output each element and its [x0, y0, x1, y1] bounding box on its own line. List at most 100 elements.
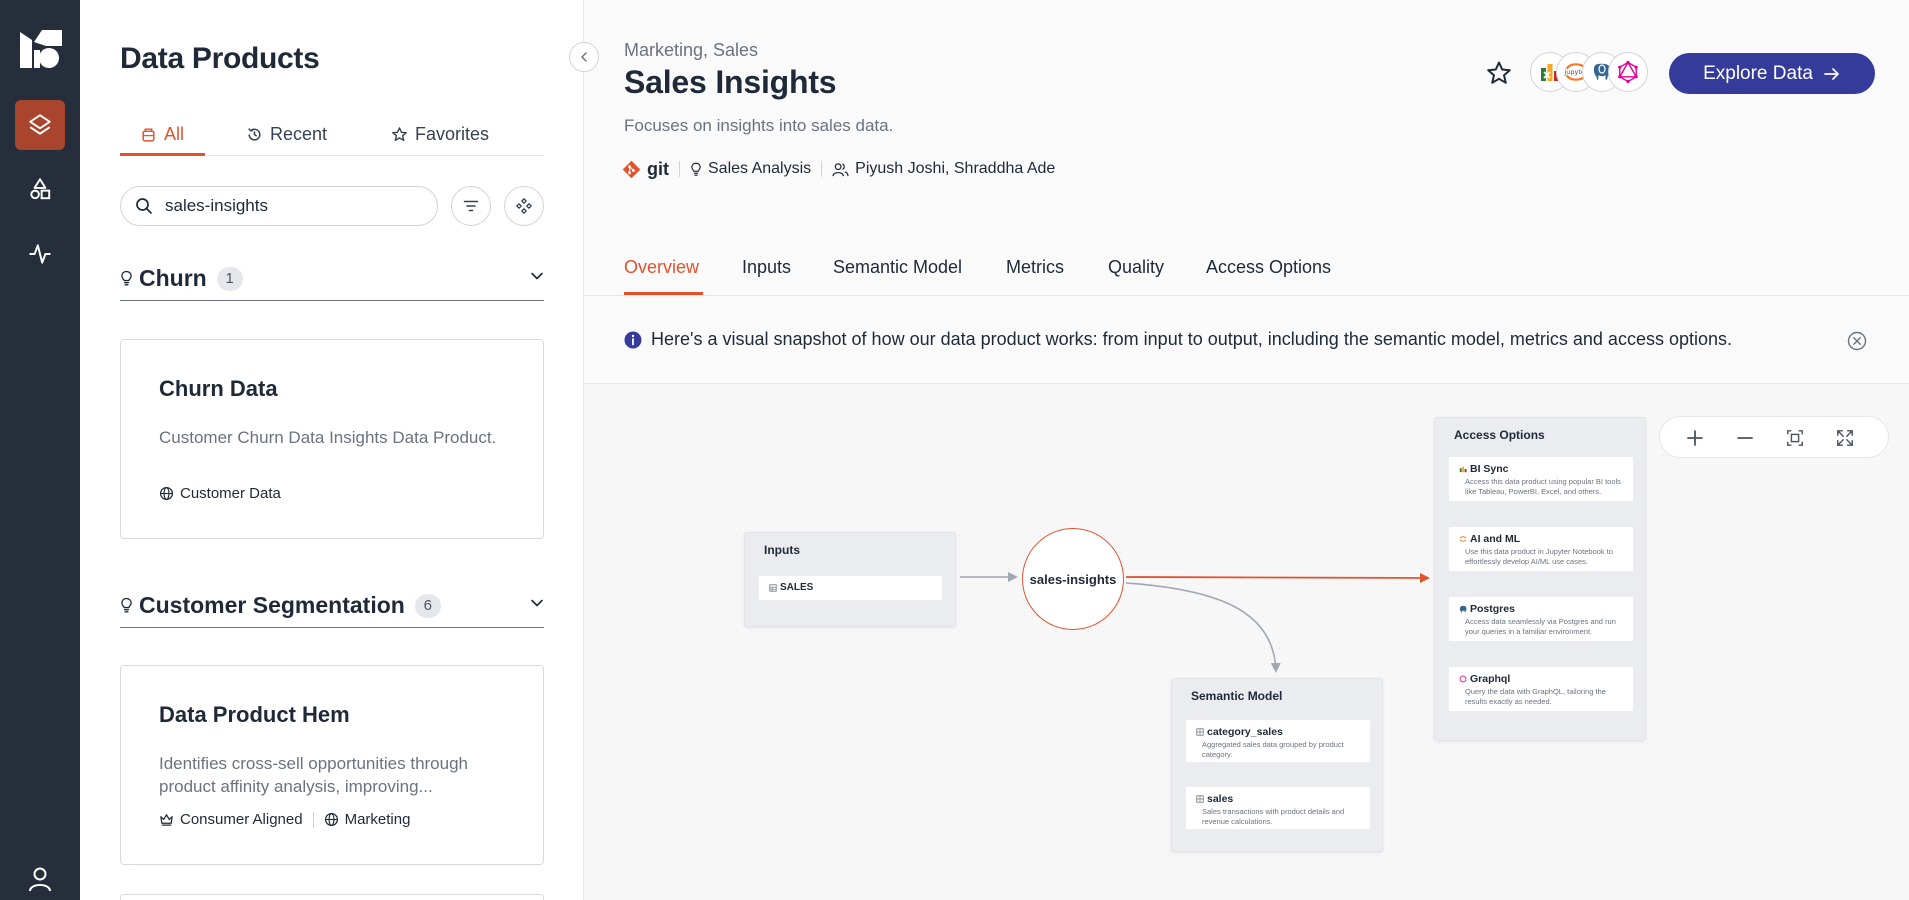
- model-name: sales: [1196, 793, 1233, 805]
- git-icon: [622, 160, 641, 178]
- group-header-churn[interactable]: Churn 1: [120, 257, 544, 301]
- access-option-item[interactable]: AI and ML Use this data product in Jupyt…: [1448, 526, 1634, 572]
- fit-view-button[interactable]: [1782, 425, 1808, 451]
- group-count-badge: 1: [216, 266, 243, 291]
- data-product-card[interactable]: [120, 894, 544, 900]
- explore-data-label: Explore Data: [1703, 62, 1813, 84]
- sidebar-tabs: All Recent Favorites: [120, 118, 544, 156]
- cube-icon: [1196, 795, 1204, 803]
- graphql-icon[interactable]: [1608, 52, 1648, 92]
- active-tab-indicator: [120, 153, 205, 156]
- data-product-card[interactable]: Churn Data Customer Churn Data Insights …: [120, 339, 544, 539]
- zoom-in-button[interactable]: [1682, 425, 1708, 451]
- rail-shapes-button[interactable]: [15, 164, 65, 214]
- favorite-button[interactable]: [1482, 56, 1516, 90]
- tab-quality[interactable]: Quality: [1108, 257, 1164, 278]
- user-profile-icon[interactable]: [27, 866, 53, 892]
- view-toggle-button[interactable]: [504, 186, 544, 226]
- filter-icon: [463, 200, 479, 212]
- access-options-node[interactable]: Access Options BI Sync Access this data …: [1434, 417, 1646, 741]
- close-icon[interactable]: [1847, 331, 1867, 351]
- expand-icon: [1837, 430, 1853, 446]
- product-node[interactable]: sales-insights: [1022, 528, 1124, 630]
- card-tags: Customer Data: [159, 485, 281, 502]
- owners-tag: Piyush Joshi, Shraddha Ade: [832, 160, 1055, 178]
- chevron-down-icon[interactable]: [530, 596, 544, 610]
- model-description: Sales transactions with product details …: [1202, 807, 1345, 826]
- option-name: Graphql: [1459, 673, 1510, 685]
- semantic-model-node[interactable]: Semantic Model category_sales Aggregated…: [1171, 678, 1383, 852]
- layers-icon: [29, 114, 51, 135]
- card-title: Churn Data: [159, 376, 278, 401]
- semantic-model-item[interactable]: sales Sales transactions with product de…: [1185, 786, 1371, 830]
- collapse-sidebar-button[interactable]: [569, 42, 599, 72]
- group-header-customer-segmentation[interactable]: Customer Segmentation 6: [120, 584, 544, 628]
- data-product-card[interactable]: Data Product Hem Identifies cross-sell o…: [120, 665, 544, 865]
- use-case-tag: Sales Analysis: [690, 160, 811, 178]
- tab-overview[interactable]: Overview: [624, 257, 699, 278]
- chevron-down-icon[interactable]: [530, 269, 544, 283]
- tab-inputs[interactable]: Inputs: [742, 257, 791, 278]
- product-detail-panel: Marketing, Sales Sales Insights Focuses …: [584, 0, 1909, 900]
- page-description: Focuses on insights into sales data.: [624, 116, 894, 135]
- node-title: Access Options: [1454, 428, 1545, 442]
- inputs-node[interactable]: Inputs SALES: [744, 532, 956, 627]
- activity-icon: [29, 244, 51, 264]
- access-option-item[interactable]: Postgres Access data seamlessly via Post…: [1448, 596, 1634, 642]
- card-description: Customer Churn Data Insights Data Produc…: [159, 428, 497, 447]
- fullscreen-button[interactable]: [1832, 425, 1858, 451]
- option-description: Access this data product using popular B…: [1465, 477, 1621, 496]
- sidebar-title: Data Products: [120, 42, 320, 75]
- excel-icon: [1459, 466, 1467, 473]
- zoom-out-button[interactable]: [1732, 425, 1758, 451]
- tag-label: Consumer Aligned: [180, 811, 303, 828]
- git-label: git: [647, 158, 669, 179]
- lightbulb-icon: [691, 162, 701, 176]
- jupyter-icon: [1459, 536, 1467, 542]
- explore-data-button[interactable]: Explore Data: [1669, 53, 1875, 94]
- rail-data-products-button[interactable]: [15, 100, 65, 150]
- card-description: Identifies cross-sell opportunities thro…: [159, 754, 468, 796]
- filter-button[interactable]: [451, 186, 491, 226]
- access-option-item[interactable]: Graphql Query the data with GraphQL, tai…: [1448, 666, 1634, 712]
- node-title: Semantic Model: [1191, 689, 1283, 703]
- app-rail: [0, 0, 80, 900]
- users-icon: [832, 162, 849, 176]
- data-products-sidebar: Data Products All Recent Favorites sales…: [80, 0, 584, 900]
- edge-product-to-semantic: [1125, 582, 1281, 673]
- info-banner-text: Here's a visual snapshot of how our data…: [651, 329, 1732, 349]
- tab-access-options[interactable]: Access Options: [1206, 257, 1331, 278]
- table-icon: [769, 583, 777, 592]
- zoom-controls: [1659, 416, 1889, 458]
- search-input[interactable]: [165, 196, 395, 216]
- tab-recent[interactable]: Recent: [246, 124, 327, 156]
- tag-divider: [312, 811, 314, 828]
- tab-metrics[interactable]: Metrics: [1006, 257, 1064, 278]
- edge-product-to-access: [1125, 572, 1430, 583]
- search-field[interactable]: [120, 186, 438, 226]
- search-icon: [136, 198, 152, 214]
- model-name: category_sales: [1196, 726, 1283, 738]
- git-link[interactable]: git: [622, 159, 669, 180]
- semantic-model-item[interactable]: category_sales Aggregated sales data gro…: [1185, 719, 1371, 763]
- box-icon: [142, 128, 155, 142]
- access-option-item[interactable]: BI Sync Access this data product using p…: [1448, 456, 1634, 502]
- domain-tag: Marketing: [324, 811, 410, 828]
- history-icon: [248, 128, 261, 141]
- star-icon: [1487, 61, 1511, 84]
- tab-favorites-label: Favorites: [415, 124, 490, 144]
- globe-icon: [159, 486, 174, 501]
- tab-favorites[interactable]: Favorites: [391, 124, 489, 156]
- alignment-tag: Consumer Aligned: [159, 811, 303, 828]
- tab-all[interactable]: All: [140, 124, 184, 156]
- group-count-badge: 6: [414, 593, 441, 618]
- app-logo-icon[interactable]: [18, 26, 62, 70]
- flow-diagram-canvas[interactable]: Inputs SALES sales-insights Semantic Mod…: [584, 384, 1909, 900]
- minus-icon: [1737, 437, 1753, 439]
- graphql-icon: [1459, 675, 1467, 683]
- input-item[interactable]: SALES: [758, 575, 943, 601]
- rail-activity-button[interactable]: [15, 229, 65, 279]
- arrow-right-icon: [1824, 67, 1839, 80]
- card-tags: Consumer Aligned Marketing: [159, 811, 410, 828]
- tab-semantic-model[interactable]: Semantic Model: [833, 257, 962, 278]
